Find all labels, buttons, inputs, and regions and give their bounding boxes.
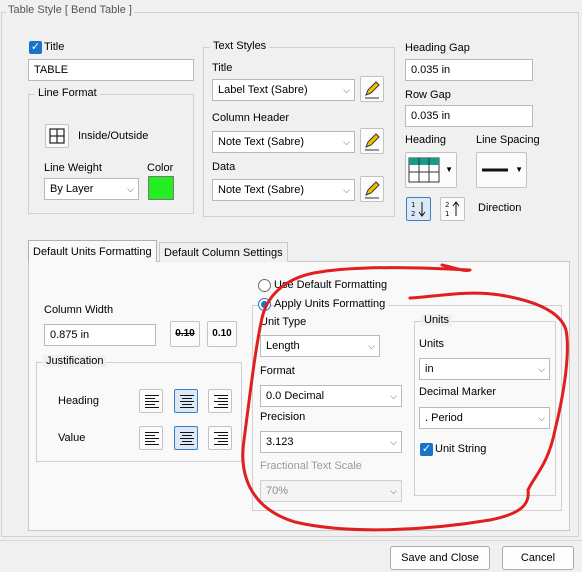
cancel-button[interactable]: Cancel	[502, 546, 574, 570]
footer-separator	[0, 540, 582, 541]
save-and-close-button[interactable]: Save and Close	[390, 546, 490, 570]
red-annotation-scribble	[241, 263, 569, 532]
